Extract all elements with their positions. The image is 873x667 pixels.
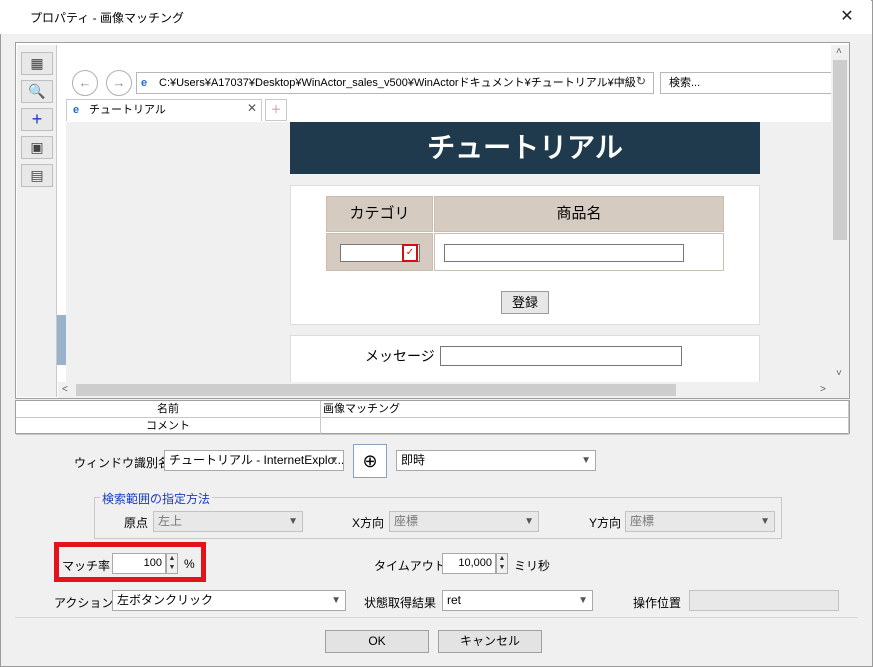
grid-key-name: 名前	[16, 401, 321, 418]
y-direction-label: Y方向	[589, 516, 622, 530]
new-tab-button[interactable]: ＋	[265, 99, 287, 121]
match-rate-input[interactable]: 100	[112, 553, 166, 574]
page-banner: チュートリアル	[290, 122, 760, 174]
property-grid: 名前 画像マッチング コメント	[15, 400, 850, 435]
operation-position-field[interactable]	[689, 590, 839, 611]
crosshair-icon[interactable]: +	[21, 108, 53, 131]
search-range-title: 検索範囲の指定方法	[100, 490, 213, 507]
product-name-header: 商品名	[434, 196, 724, 232]
status-result-select[interactable]: ret ▼	[442, 590, 593, 611]
scroll-down-icon[interactable]: ˅	[836, 368, 842, 379]
action-value: 左ボタンクリック	[117, 593, 214, 607]
window-id-value: チュートリアル - InternetExplo...	[169, 453, 344, 467]
tab-label: チュートリアル	[89, 104, 166, 116]
grid-value-name[interactable]: 画像マッチング	[321, 401, 849, 418]
product-name-input[interactable]	[444, 244, 684, 262]
action-select[interactable]: 左ボタンクリック ▼	[112, 590, 346, 611]
forward-button[interactable]: →	[106, 70, 132, 96]
browser-search-box[interactable]: 検索...	[660, 72, 832, 94]
message-input[interactable]	[440, 346, 682, 366]
address-text: C:¥Users¥A17037¥Desktop¥WinActor_sales_v…	[159, 77, 636, 89]
register-button[interactable]: 登録	[501, 291, 549, 314]
close-button[interactable]: ✕	[836, 6, 858, 28]
window-title: プロパティ - 画像マッチング	[30, 11, 184, 25]
operation-position-label: 操作位置	[633, 596, 682, 610]
scroll-right-icon[interactable]: >	[820, 384, 826, 395]
select-area-icon[interactable]: ▦	[21, 52, 53, 75]
window-id-select[interactable]: チュートリアル - InternetExplo... ▼	[164, 450, 344, 471]
status-result-value: ret	[447, 593, 462, 607]
zoom-search-icon[interactable]: 🔍	[21, 80, 53, 103]
scroll-up-icon[interactable]: ˄	[836, 46, 842, 57]
status-result-label: 状態取得結果	[364, 596, 437, 610]
match-target-marker-icon: ✓	[402, 244, 418, 262]
capture-window-icon[interactable]: ▤	[21, 164, 53, 187]
match-rate-unit: %	[184, 557, 195, 571]
timeout-spinner[interactable]: ▲ ▼	[496, 553, 508, 574]
preview-toolbar: ▦ 🔍 + ▣ ▤	[17, 45, 57, 397]
chevron-down-icon: ▼	[288, 516, 298, 527]
grid-key-comment: コメント	[16, 418, 321, 435]
capture-icon[interactable]: ▣	[21, 136, 53, 159]
match-rate-spinner[interactable]: ▲ ▼	[166, 553, 178, 574]
x-direction-select[interactable]: 座標 ▼	[389, 511, 539, 532]
origin-select[interactable]: 左上 ▼	[153, 511, 303, 532]
y-direction-select[interactable]: 座標 ▼	[625, 511, 775, 532]
timing-select[interactable]: 即時 ▼	[396, 450, 596, 471]
timeout-input[interactable]: 10,000	[442, 553, 496, 574]
tab-close-icon[interactable]: ✕	[247, 101, 257, 115]
chevron-down-icon: ▼	[581, 455, 591, 466]
match-rate-label: マッチ率	[62, 559, 111, 573]
browser-tab[interactable]: e チュートリアル	[66, 99, 262, 121]
chevron-down-icon: ▼	[760, 516, 770, 527]
chevron-down-icon: ▼	[329, 455, 339, 466]
window-id-label: ウィンドウ識別名	[74, 456, 171, 470]
origin-value: 左上	[158, 514, 183, 528]
timing-value: 即時	[401, 453, 426, 467]
address-bar[interactable]: e C:¥Users¥A17037¥Desktop¥WinActor_sales…	[136, 72, 654, 94]
chevron-down-icon: ▼	[578, 595, 588, 606]
category-header: カテゴリ	[326, 196, 433, 232]
divider	[15, 617, 858, 618]
grid-value-comment[interactable]	[321, 418, 849, 435]
ie-page-icon: e	[141, 77, 148, 89]
chevron-down-icon: ▼	[331, 595, 341, 606]
timeout-unit: ミリ秒	[514, 559, 551, 573]
window-picker-icon[interactable]: ⊕	[353, 444, 387, 478]
cancel-button[interactable]: キャンセル	[438, 630, 542, 653]
address-dropdown-icon[interactable]: ▾	[620, 76, 625, 87]
x-direction-label: X方向	[352, 516, 385, 530]
back-button[interactable]: ←	[72, 70, 98, 96]
action-label: アクション	[54, 596, 114, 610]
ie-tab-icon: e	[73, 104, 80, 116]
horizontal-scroll-thumb[interactable]	[76, 384, 676, 396]
y-direction-value: 座標	[630, 514, 655, 528]
chevron-down-icon: ▼	[524, 516, 534, 527]
scroll-left-icon[interactable]: <	[62, 384, 68, 395]
ok-button[interactable]: OK	[325, 630, 429, 653]
vertical-scroll-thumb[interactable]	[833, 60, 847, 240]
origin-label: 原点	[124, 516, 149, 530]
x-direction-value: 座標	[394, 514, 419, 528]
message-label: メッセージ	[365, 348, 435, 364]
refresh-icon[interactable]: ↻	[636, 74, 646, 88]
title-bar: プロパティ - 画像マッチング ✕	[0, 0, 871, 34]
timeout-label: タイムアウト	[374, 559, 446, 573]
